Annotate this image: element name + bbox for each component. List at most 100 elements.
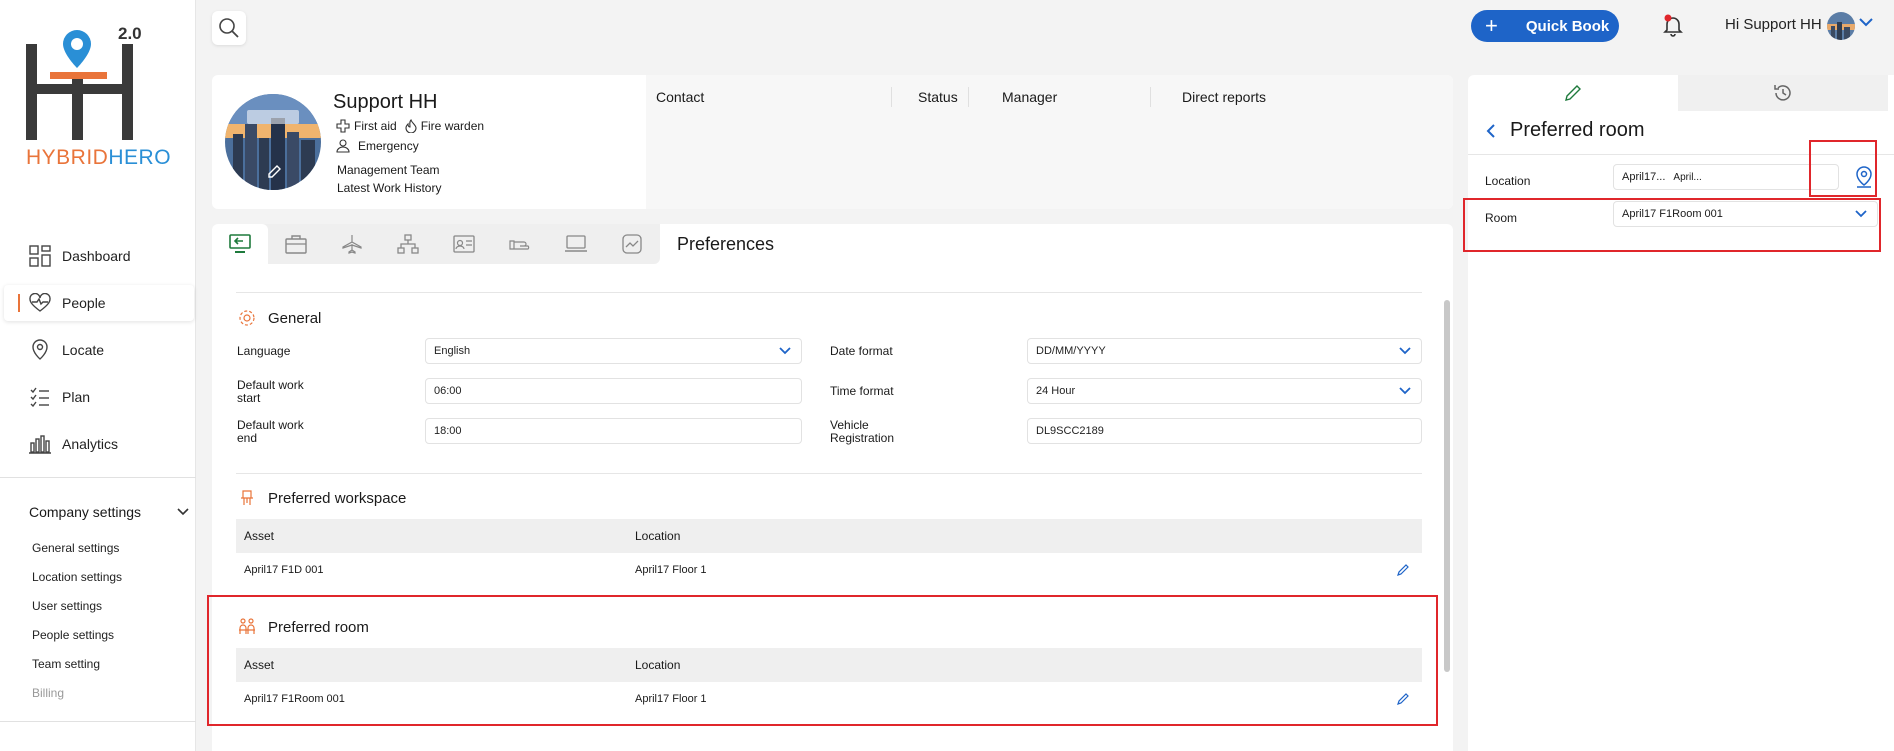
nav-item-dashboard[interactable]: Dashboard — [0, 238, 196, 274]
location-column-header: Location — [635, 529, 681, 543]
profile-team: Management Team — [337, 163, 440, 177]
scrollbar[interactable] — [1444, 300, 1450, 672]
direct-reports-header: Direct reports — [1182, 89, 1267, 105]
page-title: Preferences — [677, 234, 775, 254]
location-pin-icon — [1856, 166, 1872, 188]
tab-delegation[interactable] — [492, 224, 548, 264]
tab-org-chart[interactable] — [380, 224, 436, 264]
preferred-room-table: Asset Location April17 F1Room 001 April1… — [236, 648, 1422, 716]
logo-wordmark: HYBRIDHERO — [26, 146, 172, 169]
edit-pencil-icon[interactable] — [1396, 563, 1410, 577]
table-header: Asset Location — [236, 648, 1422, 682]
vehicle-registration-field[interactable]: DL9SCC2189 — [1027, 418, 1422, 444]
sub-item-billing[interactable]: Billing — [32, 686, 122, 715]
nav-label: Locate — [62, 342, 105, 358]
location-pin-icon — [28, 338, 52, 362]
language-select[interactable]: English — [425, 338, 802, 364]
date-format-label: Date format — [830, 344, 893, 358]
location-label: Location — [1485, 174, 1531, 188]
panel-tabs — [1468, 75, 1888, 111]
locate-on-map-button[interactable] — [1851, 164, 1877, 190]
chevron-down-icon — [1855, 210, 1867, 218]
contact-header: Contact — [656, 89, 705, 105]
tab-devices[interactable] — [548, 224, 604, 264]
search-icon — [219, 18, 239, 38]
gear-icon — [239, 310, 255, 326]
preferred-room-section-header: Preferred room — [238, 618, 369, 636]
location-select[interactable]: April17... April... — [1613, 164, 1839, 190]
nav-item-analytics[interactable]: Analytics — [0, 426, 196, 462]
asset-column-header: Asset — [244, 658, 275, 672]
room-select[interactable]: April17 F1Room 001 — [1613, 201, 1878, 227]
company-settings-list: General settings Location settings User … — [32, 541, 122, 715]
plus-icon: + — [1485, 13, 1498, 38]
sub-item-location-settings[interactable]: Location settings — [32, 570, 122, 599]
tab-work[interactable] — [268, 224, 324, 264]
section-divider — [236, 292, 1422, 293]
briefcase-icon — [285, 235, 307, 254]
time-format-select[interactable]: 24 Hour — [1027, 378, 1422, 404]
bar-chart-icon — [28, 432, 52, 456]
logo-mark-icon — [26, 30, 133, 140]
id-card-icon — [453, 235, 475, 253]
notification-bell-button[interactable] — [1661, 13, 1685, 37]
room-asset-cell: April17 F1Room 001 — [244, 693, 345, 705]
workspace-location-cell: April17 Floor 1 — [635, 564, 707, 576]
tag-emergency: Emergency — [336, 139, 419, 153]
edit-pencil-icon[interactable] — [1396, 692, 1410, 706]
latest-work-history-link[interactable]: Latest Work History — [337, 181, 441, 195]
tab-preferences[interactable] — [212, 224, 268, 264]
profile-tags: First aid Fire warden — [336, 119, 492, 133]
nav-item-plan[interactable]: Plan — [0, 379, 196, 415]
tab-id-card[interactable] — [436, 224, 492, 264]
org-chart-icon — [397, 234, 419, 254]
tag-first-aid: First aid — [336, 119, 397, 133]
default-work-start-field[interactable]: 06:00 — [425, 378, 802, 404]
company-settings-label: Company settings — [29, 504, 142, 520]
preferences-card: Preferences General Language English Def… — [212, 224, 1453, 751]
nav-label: Dashboard — [62, 248, 131, 264]
back-arrow-icon[interactable] — [1486, 123, 1496, 139]
nav-item-locate[interactable]: Locate — [0, 332, 196, 368]
tab-activity[interactable] — [604, 224, 660, 264]
date-format-select[interactable]: DD/MM/YYYY — [1027, 338, 1422, 364]
company-settings-toggle[interactable]: Company settings — [29, 504, 189, 520]
sub-item-user-settings[interactable]: User settings — [32, 599, 122, 628]
monitor-preferences-icon — [229, 234, 251, 253]
sub-item-team-setting[interactable]: Team setting — [32, 657, 122, 686]
profile-summary: Support HH First aid Fire warden Emergen… — [212, 75, 646, 209]
sidebar-divider — [0, 721, 196, 722]
chevron-down-icon[interactable] — [1859, 18, 1873, 27]
avatar-image — [1827, 12, 1855, 40]
tab-travel[interactable] — [324, 224, 380, 264]
profile-name: Support HH — [333, 91, 438, 113]
nav-item-people[interactable]: People — [4, 285, 194, 321]
chevron-down-icon — [779, 347, 791, 355]
column-divider — [891, 87, 892, 107]
user-greeting[interactable]: Hi Support HH — [1725, 16, 1822, 33]
sub-item-general-settings[interactable]: General settings — [32, 541, 122, 570]
asset-column-header: Asset — [244, 529, 275, 543]
hybridhero-logo[interactable]: 2.0 HYBRIDHERO — [22, 22, 172, 172]
sidebar-divider — [0, 477, 196, 478]
tab-edit[interactable] — [1468, 75, 1678, 111]
quick-book-button[interactable]: + Quick Book — [1471, 10, 1619, 42]
tab-history[interactable] — [1678, 75, 1888, 111]
time-format-label: Time format — [830, 384, 894, 398]
column-divider — [968, 87, 969, 107]
person-icon — [336, 139, 350, 153]
profile-photo[interactable] — [225, 94, 321, 190]
meeting-room-icon — [239, 618, 255, 634]
checklist-icon — [28, 385, 52, 409]
profile-image — [225, 94, 321, 190]
panel-header: Preferred room — [1486, 119, 1645, 142]
avatar[interactable] — [1827, 12, 1855, 40]
default-work-end-field[interactable]: 18:00 — [425, 418, 802, 444]
sub-item-people-settings[interactable]: People settings — [32, 628, 122, 657]
room-location-cell: April17 Floor 1 — [635, 693, 707, 705]
workspace-asset-cell: April17 F1D 001 — [244, 564, 324, 576]
search-button[interactable] — [212, 11, 246, 45]
logo-version: 2.0 — [118, 24, 142, 43]
activity-chart-icon — [622, 234, 642, 254]
preferred-workspace-section-header: Preferred workspace — [238, 489, 406, 507]
